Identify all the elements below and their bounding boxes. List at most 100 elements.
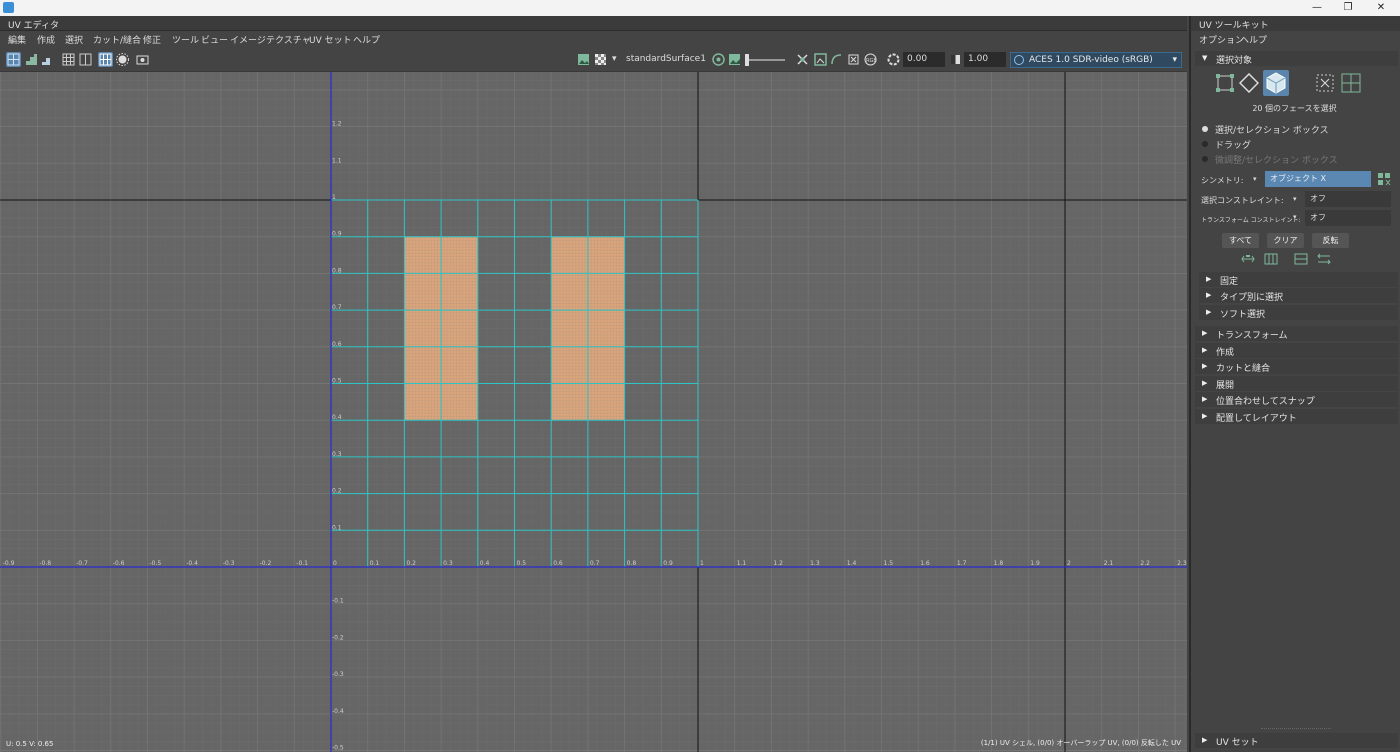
subsection-soft-select[interactable]: ▶ ソフト選択 [1199,305,1398,320]
u-tick-label: 1.3 [810,560,820,567]
uv-mode-icon[interactable] [1315,73,1335,93]
menu-options[interactable]: オプション [1199,33,1244,46]
radio-drag[interactable] [1202,141,1208,147]
u-tick-label: 0.5 [517,560,527,567]
u-tick-label: 1.6 [920,560,930,567]
menu-modify[interactable]: 修正 [143,33,161,46]
subsection-select-by-type[interactable]: ▶ タイプ別に選択 [1199,288,1398,303]
section-arrange-layout[interactable]: ▶ 配置してレイアウト [1195,409,1398,424]
select-all-button[interactable]: すべて [1222,233,1259,248]
u-tick-label: 0.6 [553,560,563,567]
select-loop-icon[interactable] [1294,253,1308,265]
dim-image-icon[interactable] [727,52,742,67]
subsection-soft-select-label: ソフト選択 [1220,310,1266,320]
collapsed-triangle-icon: ▶ [1202,379,1208,387]
section-create[interactable]: ▶ 作成 [1195,343,1398,358]
edge-mode-icon[interactable] [1238,72,1260,94]
exposure-field[interactable]: 0.00 [903,52,945,67]
restore-button[interactable]: ❐ [1333,1,1363,15]
uv-toolkit-title: UV ツールキット [1199,21,1269,31]
texture-dropdown-arrow[interactable]: ▾ [612,54,617,64]
radio-select-box-label: 選択/セレクション ボックス [1215,126,1329,136]
gamma-icon[interactable] [948,52,963,67]
section-selection-target[interactable]: ▼ 選択対象 [1195,51,1398,66]
uv-shell-mode-icon[interactable] [1341,73,1361,93]
checker-icon[interactable] [593,52,608,67]
face-mode-icon[interactable] [1263,70,1289,96]
color-space-dropdown[interactable]: ACES 1.0 SDR-video (sRGB) ▾ [1010,52,1182,68]
resolution-icon[interactable]: RGB [863,52,878,67]
u-tick-label: -0.6 [113,560,125,567]
u-tick-label: 0.9 [663,560,673,567]
menu-select[interactable]: 選択 [65,33,83,46]
section-uv-sets[interactable]: ▶ UV セット [1195,733,1398,748]
vertex-mode-icon[interactable] [1215,73,1235,93]
distortion-icon[interactable] [829,52,844,67]
collapsed-triangle-icon: ▶ [1206,291,1212,299]
radio-select-box[interactable] [1202,126,1208,132]
u-tick-label: 1.5 [884,560,894,567]
constraint-dropdown-arrow[interactable]: ▾ [1293,195,1297,203]
isolate-select-icon[interactable] [115,52,130,67]
menu-view[interactable]: ビュー [201,33,228,46]
section-unfold[interactable]: ▶ 展開 [1195,376,1398,391]
shader-name[interactable]: standardSurface1 [626,54,706,64]
dim-slider[interactable] [745,54,785,66]
close-button[interactable]: ✕ [1366,1,1396,15]
rgb-channel-icon[interactable] [711,52,726,67]
v-tick-label: 1 [332,194,336,201]
invert-button[interactable]: 反転 [1312,233,1349,248]
radio-tweak-box [1202,156,1208,162]
shaded-uv-icon[interactable] [795,52,810,67]
uv-box-icon[interactable] [846,52,861,67]
uv-stair-alt-icon[interactable] [40,52,55,67]
panel-resize-handle[interactable] [1261,728,1331,730]
dim-slider-handle[interactable] [745,54,749,66]
texture-borders-icon[interactable] [813,52,828,67]
menu-help[interactable]: ヘルプ [353,33,380,46]
symmetry-dropdown-arrow[interactable]: ▾ [1253,175,1257,183]
uv-stair-icon[interactable] [24,52,39,67]
symmetry-pick-icon[interactable] [1377,172,1391,186]
u-tick-label: -0.8 [39,560,51,567]
uv-viewport[interactable]: -0.9 -0.8 -0.7 -0.6 -0.5 -0.4 -0.3 -0.2 -0.1 0 0.1… [0,72,1187,752]
menu-edit[interactable]: 編集 [8,33,26,46]
image-display-icon[interactable] [576,52,591,67]
minimize-button[interactable]: — [1302,1,1332,15]
menu-uv-sets[interactable]: UV セット [309,33,352,46]
gamma-field[interactable]: 1.00 [964,52,1006,67]
section-transform[interactable]: ▶ トランスフォーム [1195,326,1398,341]
clear-button[interactable]: クリア [1267,233,1304,248]
v-tick-label: 0.8 [332,267,342,274]
u-tick-label: -0.7 [76,560,88,567]
grow-selection-icon[interactable] [1241,253,1255,265]
section-align-snap[interactable]: ▶ 位置合わせしてスナップ [1195,392,1398,407]
section-selection-label: 選択対象 [1216,56,1253,66]
uv-editor-title: UV エディタ [8,21,59,31]
expanded-triangle-icon: ▼ [1202,54,1208,62]
menu-create[interactable]: 作成 [37,33,55,46]
u-tick-label: 2.3 [1177,560,1187,567]
menu-tools[interactable]: ツール [172,33,199,46]
shrink-selection-icon[interactable] [1264,253,1278,265]
menu-image[interactable]: イメージ [230,33,266,46]
transform-constraint-dropdown-arrow[interactable]: ▾ [1293,213,1297,221]
pixel-snap-icon[interactable] [78,52,93,67]
exposure-icon[interactable] [886,52,901,67]
menu-cut-sew[interactable]: カット/縫合 [93,33,141,46]
menu-toolkit-help[interactable]: ヘルプ [1240,33,1267,46]
collapsed-triangle-icon: ▶ [1202,346,1208,354]
grid-icon[interactable] [61,52,76,67]
select-ring-icon[interactable] [1317,253,1331,265]
section-cut-sew[interactable]: ▶ カットと縫合 [1195,359,1398,374]
transform-constraint-field[interactable]: オフ [1305,210,1391,226]
v-tick-label: -0.2 [332,634,344,641]
subsection-pin[interactable]: ▶ 固定 [1199,272,1398,287]
uv-grid-canvas[interactable]: -0.9 -0.8 -0.7 -0.6 -0.5 -0.4 -0.3 -0.2 -0.1 0 0.1… [0,72,1187,752]
uv-grid-toggle-icon[interactable] [98,52,113,67]
constraint-field[interactable]: オフ [1305,191,1391,207]
symmetry-field[interactable]: オブジェクト X [1265,171,1371,187]
menu-textures[interactable]: テクスチャ [266,33,311,46]
uv-shell-view-icon[interactable] [6,52,21,67]
snapshot-icon[interactable] [135,52,150,67]
